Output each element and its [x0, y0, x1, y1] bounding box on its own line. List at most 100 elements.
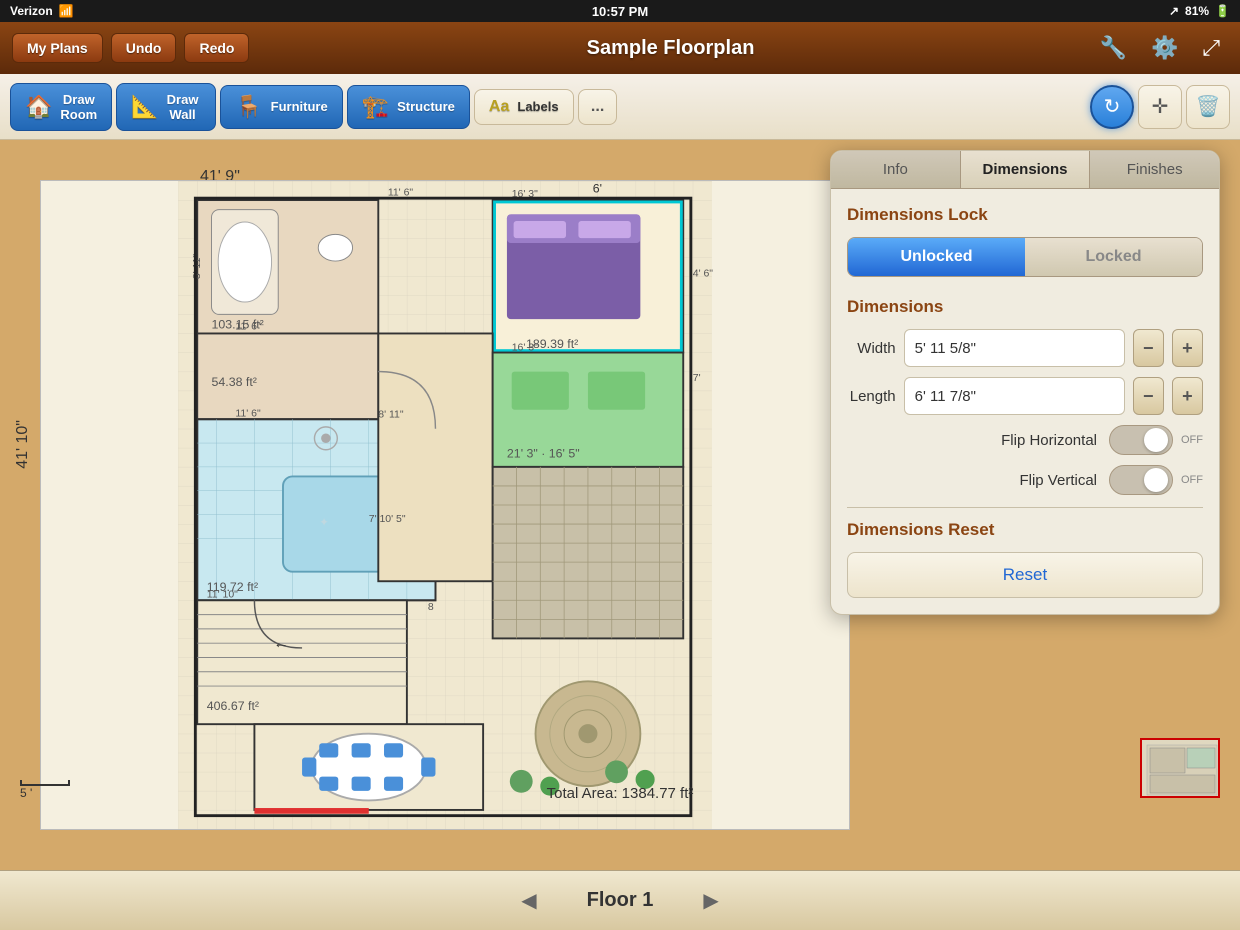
length-label: Length [847, 388, 896, 405]
locked-button[interactable]: Locked [1025, 238, 1202, 276]
furniture-icon: 🪑 [235, 94, 262, 120]
flip-horizontal-toggle[interactable] [1109, 425, 1173, 455]
divider [847, 507, 1203, 508]
undo-button[interactable]: Undo [111, 33, 177, 63]
draw-wall-label: DrawWall [167, 92, 199, 122]
lock-toggle: Unlocked Locked [847, 237, 1203, 277]
svg-text:8: 8 [428, 602, 434, 613]
flip-vertical-toggle[interactable] [1109, 465, 1173, 495]
svg-text:11' 6": 11' 6" [235, 322, 261, 333]
labels-button[interactable]: Aa Labels [474, 89, 574, 125]
svg-text:11' 6": 11' 6" [388, 187, 414, 198]
tab-dimensions[interactable]: Dimensions [961, 151, 1091, 188]
top-toolbar: My Plans Undo Redo Sample Floorplan 🔧 ⚙️… [0, 22, 1240, 74]
dimensions-lock-title: Dimensions Lock [847, 205, 1203, 225]
move-icon[interactable]: ✛ [1138, 85, 1182, 129]
battery-label: 81% [1185, 4, 1209, 18]
svg-text:7': 7' [693, 373, 701, 384]
popup-triangle [1011, 150, 1039, 151]
labels-icon: Aa [489, 98, 509, 116]
status-left: Verizon 📶 [10, 4, 74, 18]
my-plans-button[interactable]: My Plans [12, 33, 103, 63]
width-row: Width − + [847, 329, 1203, 367]
popup-tabs: Info Dimensions Finishes [831, 151, 1219, 189]
width-input[interactable] [904, 329, 1125, 367]
width-label: Width [847, 340, 896, 357]
tab-info[interactable]: Info [831, 151, 961, 188]
svg-text:21' 3" · 16' 5": 21' 3" · 16' 5" [507, 446, 580, 460]
carrier-label: Verizon [10, 4, 53, 18]
svg-text:6': 6' [593, 181, 602, 195]
length-input[interactable] [904, 377, 1125, 415]
svg-text:✦: ✦ [319, 517, 329, 529]
svg-text:8' 11": 8' 11" [192, 254, 203, 280]
next-floor-button[interactable]: ▶ [683, 880, 738, 921]
unlocked-button[interactable]: Unlocked [848, 238, 1025, 276]
draw-wall-button[interactable]: 📐 DrawWall [116, 83, 216, 131]
dimensions-section-title: Dimensions [847, 297, 1203, 317]
structure-button[interactable]: 🏗️ Structure [347, 85, 470, 129]
main-area: 41' 9" 41' 10" 189.39 ft² [0, 140, 1240, 870]
structure-label: Structure [397, 99, 455, 114]
status-bar: Verizon 📶 10:57 PM ↗ 81% 🔋 [0, 0, 1240, 22]
furniture-label: Furniture [271, 99, 328, 114]
status-time: 10:57 PM [592, 4, 648, 19]
svg-text:54.38 ft²: 54.38 ft² [212, 375, 257, 389]
furniture-button[interactable]: 🪑 Furniture [220, 85, 342, 129]
more-button[interactable]: ... [578, 89, 617, 125]
toggle-knob [1144, 428, 1168, 452]
export-icon[interactable]: ⤢ [1194, 31, 1228, 65]
structure-icon: 🏗️ [362, 94, 389, 120]
flip-horizontal-toggle-container: OFF [1109, 425, 1203, 455]
svg-text:8' 11": 8' 11" [378, 409, 404, 420]
settings-icon[interactable]: 🔧 [1092, 31, 1135, 65]
bottom-bar: ◀ Floor 1 ▶ [0, 870, 1240, 930]
length-plus-button[interactable]: + [1172, 377, 1203, 415]
gear-icon[interactable]: ⚙️ [1143, 31, 1186, 65]
length-minus-button[interactable]: − [1133, 377, 1164, 415]
draw-room-icon: 🏠 [25, 94, 52, 120]
wifi-icon: 📶 [59, 4, 74, 18]
svg-text:←: ← [273, 635, 288, 652]
svg-text:7' 10' 5": 7' 10' 5" [369, 514, 406, 525]
tab-finishes[interactable]: Finishes [1090, 151, 1219, 188]
redo-button[interactable]: Redo [184, 33, 249, 63]
dimensions-reset-title: Dimensions Reset [847, 520, 1203, 540]
flip-vertical-row: Flip Vertical OFF [847, 465, 1203, 495]
scale-indicator: 5 ' [20, 780, 70, 800]
battery-icon: 🔋 [1215, 4, 1230, 18]
length-row: Length − + [847, 377, 1203, 415]
popup-panel: Info Dimensions Finishes Dimensions Lock… [830, 150, 1220, 615]
floor-label: Floor 1 [557, 889, 684, 912]
prev-floor-button[interactable]: ◀ [501, 880, 556, 921]
draw-room-button[interactable]: 🏠 DrawRoom [10, 83, 112, 131]
svg-text:11' 10": 11' 10" [207, 589, 238, 600]
flip-vertical-label: Flip Vertical [847, 472, 1109, 489]
plan-title: Sample Floorplan [257, 37, 1083, 60]
scale-label: 5 ' [20, 786, 32, 800]
toggle-knob-v [1144, 468, 1168, 492]
labels-label: Labels [517, 99, 558, 114]
floorplan-canvas[interactable]: 189.39 ft² 103.15 ft² 8' 11" 54.38 ft² [40, 180, 850, 830]
minimap[interactable] [1140, 738, 1220, 798]
width-plus-button[interactable]: + [1172, 329, 1203, 367]
location-icon: ↗ [1169, 4, 1179, 18]
flip-horizontal-label: Flip Horizontal [847, 432, 1109, 449]
popup-content: Dimensions Lock Unlocked Locked Dimensio… [831, 189, 1219, 614]
flip-horizontal-row: Flip Horizontal OFF [847, 425, 1203, 455]
flip-vertical-toggle-container: OFF [1109, 465, 1203, 495]
dimension-left: 41' 10" [14, 420, 32, 469]
svg-text:4' 6": 4' 6" [693, 268, 714, 279]
flip-vertical-state: OFF [1181, 474, 1203, 486]
svg-text:406.67 ft²: 406.67 ft² [207, 699, 259, 713]
svg-text:11' 6": 11' 6" [235, 408, 261, 419]
status-right: ↗ 81% 🔋 [1169, 4, 1230, 18]
total-area-label: Total Area: 1384.77 ft² [547, 785, 694, 802]
svg-text:16' 3": 16' 3" [512, 343, 538, 354]
sync-icon[interactable]: ↻ [1090, 85, 1134, 129]
reset-button[interactable]: Reset [847, 552, 1203, 598]
flip-horizontal-state: OFF [1181, 434, 1203, 446]
trash-icon[interactable]: 🗑️ [1186, 85, 1230, 129]
width-minus-button[interactable]: − [1133, 329, 1164, 367]
secondary-toolbar: 🏠 DrawRoom 📐 DrawWall 🪑 Furniture 🏗️ Str… [0, 74, 1240, 140]
